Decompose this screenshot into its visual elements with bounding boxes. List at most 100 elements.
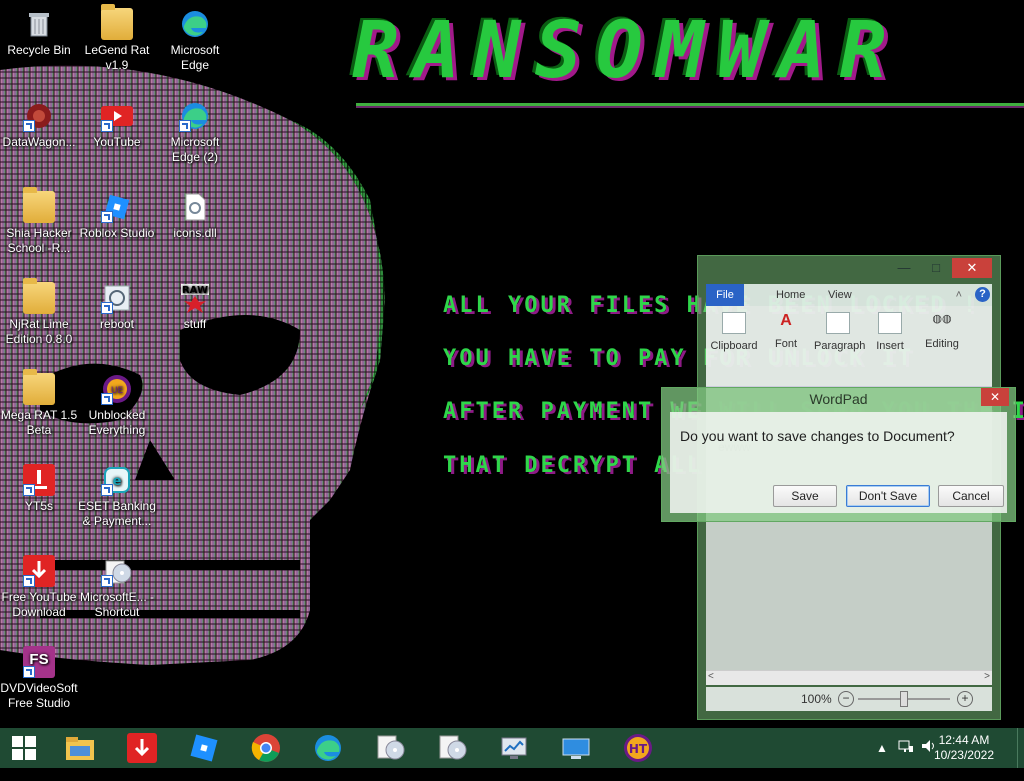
group-label: Paragraph: [814, 340, 866, 352]
download-icon: [127, 733, 157, 763]
tab-file[interactable]: File: [706, 284, 744, 306]
pc-icon: [562, 738, 590, 759]
ribbon-group-insert[interactable]: Insert: [866, 312, 914, 352]
edge-icon: [315, 735, 341, 761]
roblox-studio-icon: [101, 191, 133, 223]
zoom-in-icon[interactable]: +: [957, 691, 973, 707]
paragraph-icon: [826, 312, 850, 334]
title-underline: [356, 103, 1024, 106]
yt5s-icon: [23, 464, 55, 496]
close-icon[interactable]: ✕: [952, 258, 992, 278]
save-button[interactable]: Save: [773, 485, 837, 507]
taskbar-disc-app[interactable]: [370, 732, 410, 764]
roblox-icon: [190, 734, 218, 762]
edge-icon: [179, 8, 211, 40]
scroll-left-icon[interactable]: <: [708, 671, 714, 682]
desktop-icon-microsoft-edge-2[interactable]: Microsoft Edge (2): [156, 98, 234, 165]
icon-label: DataWagon...: [2, 135, 76, 149]
cancel-button[interactable]: Cancel: [938, 485, 1004, 507]
ht-app-icon: HT: [624, 734, 652, 762]
horizontal-scrollbar[interactable]: < >: [706, 670, 992, 685]
svg-text:RAW: RAW: [182, 285, 208, 296]
clock-time: 12:44 AM: [938, 733, 990, 747]
taskbar-download-app[interactable]: [122, 732, 162, 764]
desktop-icon-datawagon[interactable]: DataWagon...: [0, 98, 78, 150]
icon-label: YouTube: [93, 135, 141, 149]
icon-label: reboot: [99, 317, 135, 331]
scroll-right-icon[interactable]: >: [984, 671, 990, 682]
close-icon[interactable]: ✕: [981, 388, 1009, 406]
desktop-icon-dvdvideosoft[interactable]: FS DVDVideoSoft Free Studio: [0, 644, 78, 711]
tab-home[interactable]: Home: [768, 284, 813, 306]
desktop-icon-legend-rat[interactable]: LeGend Rat v1.9: [78, 4, 156, 73]
ribbon-home: Clipboard A Font Paragraph Insert ◍◍ Editi…: [706, 306, 992, 387]
taskbar-disc-app-2[interactable]: [432, 732, 472, 764]
desktop-icon-youtube[interactable]: YouTube: [78, 98, 156, 150]
ribbon-group-paragraph[interactable]: Paragraph: [814, 312, 866, 352]
desktop-icon-reboot[interactable]: reboot: [78, 280, 156, 332]
recycle-bin-icon: [23, 8, 55, 40]
youtube-icon: [101, 100, 133, 132]
maximize-icon[interactable]: □: [924, 258, 948, 278]
icon-label: Microsoft Edge (2): [170, 135, 220, 164]
desktop-icon-microsoft-edge[interactable]: Microsoft Edge: [156, 6, 234, 73]
desktop-icon-free-youtube-download[interactable]: Free YouTube Download: [0, 553, 78, 620]
desktop-icon-njrat[interactable]: NjRat Lime Edition 0.8.0: [0, 278, 78, 347]
dialog-message: Do you want to save changes to Document?: [680, 428, 955, 444]
start-button[interactable]: [4, 732, 44, 764]
chevron-up-icon[interactable]: ˄: [948, 284, 970, 306]
desktop-icon-roblox-studio[interactable]: Roblox Studio: [78, 189, 156, 241]
wordpad-titlebar[interactable]: — □ ✕: [698, 256, 1000, 282]
taskbar-edge[interactable]: [308, 732, 348, 764]
taskbar-ht-app[interactable]: HT: [618, 732, 658, 764]
help-icon[interactable]: ?: [975, 287, 990, 302]
ribbon-group-font[interactable]: A Font: [762, 312, 810, 350]
desktop-icon-recycle-bin[interactable]: Recycle Bin: [0, 6, 78, 58]
ribbon-group-clipboard[interactable]: Clipboard: [710, 312, 758, 352]
group-label: Font: [774, 338, 797, 350]
zoom-out-icon[interactable]: −: [838, 691, 854, 707]
icon-label: Microsoft Edge: [170, 43, 220, 72]
network-icon[interactable]: [898, 738, 914, 778]
icon-label: Roblox Studio: [79, 226, 155, 240]
group-label: Editing: [925, 338, 959, 350]
svg-text:HT: HT: [629, 742, 648, 756]
icon-label: NjRat Lime Edition 0.8.0: [5, 317, 73, 346]
show-hidden-icons-icon[interactable]: ▲: [876, 741, 888, 781]
desktop-icon-mega-rat[interactable]: Mega RAT 1.5 Beta: [0, 369, 78, 438]
desktop-icon-yt5s[interactable]: YT5s: [0, 462, 78, 514]
disc-shortcut-icon: [101, 555, 133, 587]
clipboard-icon: [722, 312, 746, 334]
folder-icon: [23, 187, 55, 223]
start-icon: [12, 736, 36, 760]
save-changes-dialog[interactable]: WordPad ✕ Do you want to save changes to…: [661, 387, 1016, 522]
icon-label: YT5s: [24, 499, 53, 513]
tab-view[interactable]: View: [820, 284, 860, 306]
ribbon-group-editing[interactable]: ◍◍ Editing: [918, 312, 966, 350]
icon-label: icons.dll: [173, 226, 217, 240]
taskbar-pc[interactable]: [556, 732, 596, 764]
desktop-icon-unblocked-everything[interactable]: UE Unblocked Everything: [78, 371, 156, 438]
desktop-icon-shia-hacker-school[interactable]: Shia Hacker School -R...: [0, 187, 78, 256]
show-desktop-button[interactable]: [1017, 728, 1024, 768]
taskbar-file-explorer[interactable]: [60, 732, 100, 764]
zoom-slider-thumb[interactable]: [900, 691, 908, 707]
taskbar-chrome[interactable]: [246, 732, 286, 764]
icon-label: Shia Hacker School -R...: [6, 226, 72, 255]
desktop-icon-eset-banking[interactable]: e ESET Banking & Payment...: [78, 462, 156, 529]
desktop-icon-icons-dll[interactable]: icons.dll: [156, 189, 234, 241]
desktop-icon-stuff[interactable]: RAW stuff: [156, 280, 234, 332]
taskbar-monitor-app[interactable]: [494, 732, 534, 764]
disc-app-icon: [377, 735, 405, 760]
folder-icon: [101, 4, 133, 40]
reboot-icon: [101, 282, 133, 314]
file-explorer-icon: [66, 737, 94, 760]
minimize-icon[interactable]: —: [892, 258, 916, 278]
dialog-body: Do you want to save changes to Document?…: [670, 412, 1007, 513]
eset-icon: e: [101, 464, 133, 496]
dont-save-button[interactable]: Don't Save: [846, 485, 930, 507]
system-clock[interactable]: 12:44 AM 10/23/2022: [934, 733, 994, 763]
taskbar-roblox[interactable]: [184, 732, 224, 764]
status-bar: 100% − +: [706, 687, 992, 711]
desktop-icon-microsoft-shortcut[interactable]: MicrosoftE... - Shortcut: [78, 553, 156, 620]
